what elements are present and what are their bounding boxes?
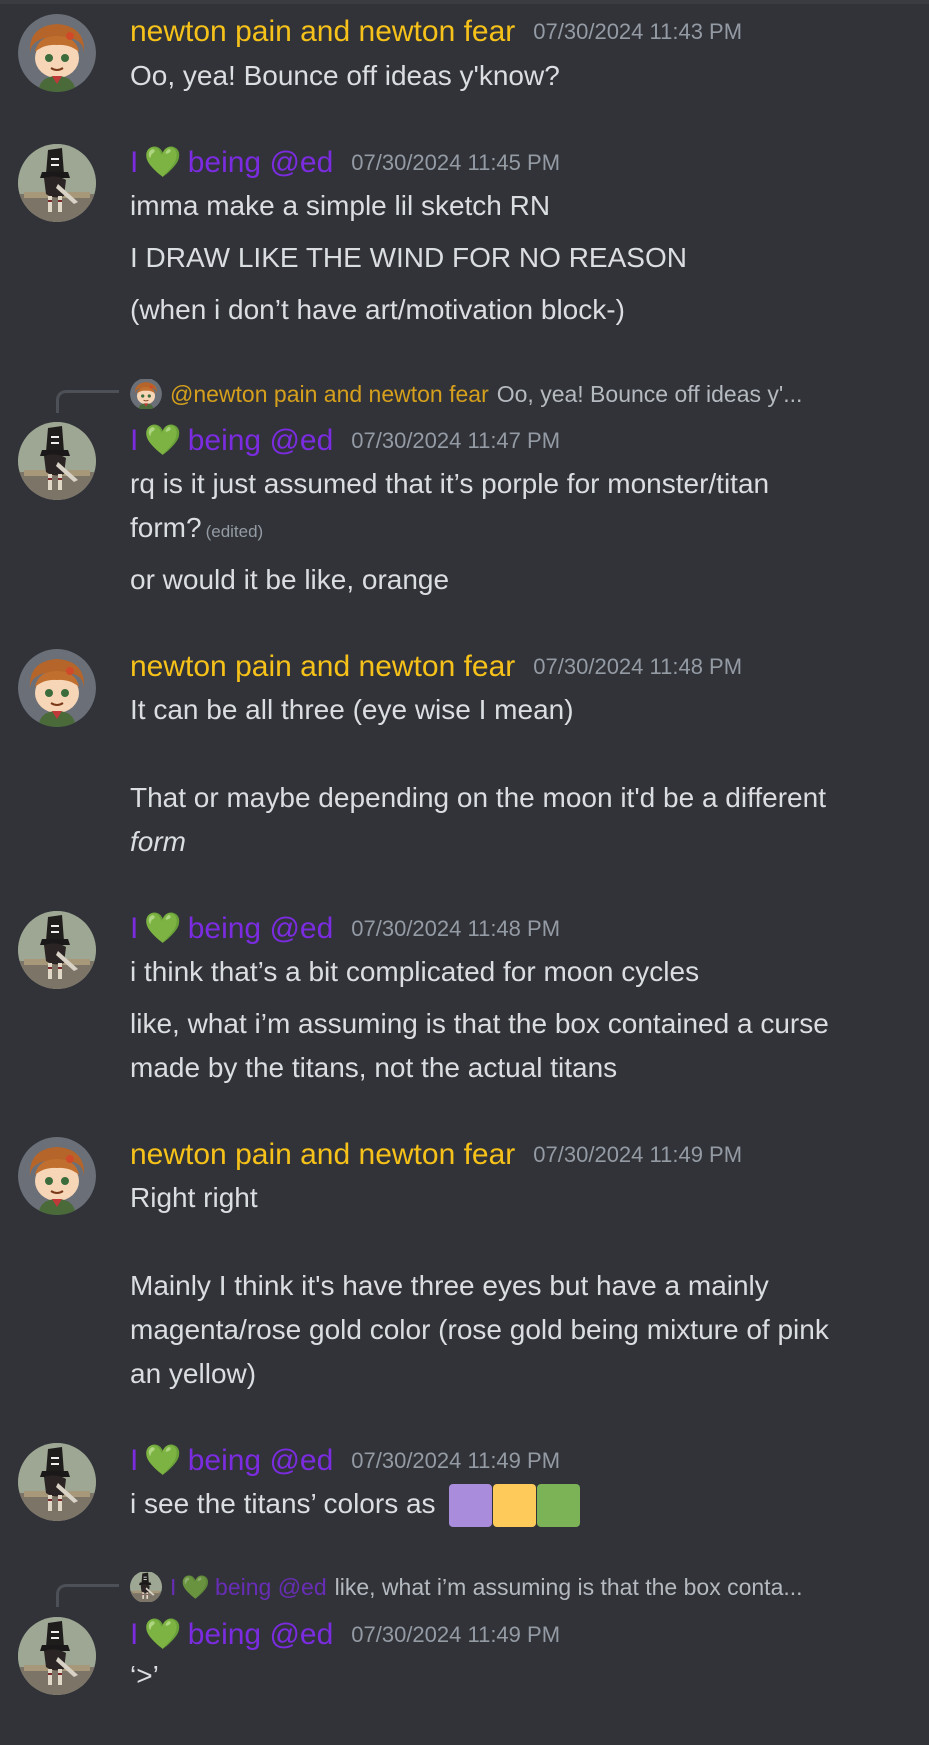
reply-spine <box>56 390 119 413</box>
username-suffix: being @ed <box>187 1618 334 1651</box>
message-text: imma make a simple lil sketch RN <box>130 190 551 221</box>
timestamp[interactable]: 07/30/2024 11:49 PM <box>351 1448 560 1474</box>
purple-square-emoji <box>449 1484 493 1528</box>
message-text: That or maybe depending on the moon it'd… <box>130 782 826 813</box>
username[interactable]: I 💚 being @ed <box>130 912 333 946</box>
message-header: newton pain and newton fear 07/30/2024 1… <box>130 12 742 52</box>
message-text-segment: form? <box>130 512 202 543</box>
avatar[interactable] <box>18 649 96 727</box>
green-heart-icon: 💚 <box>144 1444 182 1477</box>
timestamp[interactable]: 07/30/2024 11:45 PM <box>351 150 560 176</box>
username-prefix: I <box>130 146 139 179</box>
message-text: Oo, yea! Bounce off ideas y'know? <box>130 60 560 91</box>
reply-avatar <box>130 1572 162 1602</box>
message-text: or would it be like, orange <box>130 564 450 595</box>
message-header: I 💚 being @ed 07/30/2024 11:49 PM <box>130 1441 560 1481</box>
avatar[interactable] <box>18 1617 96 1695</box>
edited-tag: (edited) <box>205 522 264 541</box>
reply-avatar <box>130 379 162 409</box>
avatar[interactable] <box>18 14 96 92</box>
color-swatch-emojis <box>449 1484 581 1528</box>
reply-preview[interactable]: I 💚 being @ed like, what i’m assuming is… <box>130 1572 920 1602</box>
avatar[interactable] <box>18 144 96 222</box>
username-suffix: being @ed <box>187 424 334 457</box>
timestamp[interactable]: 07/30/2024 11:49 PM <box>533 1142 742 1168</box>
message-text: I DRAW LIKE THE WIND FOR NO REASON <box>130 242 687 273</box>
top-divider <box>0 0 929 4</box>
message-text: (when i don’t have art/motivation block-… <box>130 294 625 325</box>
reply-username[interactable]: @newton pain and newton fear <box>170 381 489 408</box>
reply-username-prefix: I <box>170 1573 177 1600</box>
timestamp[interactable]: 07/30/2024 11:49 PM <box>351 1622 560 1648</box>
username[interactable]: I 💚 being @ed <box>130 1618 333 1652</box>
username-suffix: being @ed <box>187 1444 334 1477</box>
message-text: form <box>130 826 186 857</box>
username[interactable]: I 💚 being @ed <box>130 1444 333 1478</box>
username-suffix: being @ed <box>187 912 334 945</box>
timestamp[interactable]: 07/30/2024 11:48 PM <box>533 654 742 680</box>
username-prefix: I <box>130 424 139 457</box>
message-text: rq is it just assumed that it’s porple f… <box>130 468 770 499</box>
avatar[interactable] <box>18 1137 96 1215</box>
message-header: I 💚 being @ed 07/30/2024 11:49 PM <box>130 1615 560 1655</box>
reply-preview[interactable]: @newton pain and newton fear Oo, yea! Bo… <box>130 379 920 409</box>
message-text: i see the titans’ colors as <box>130 1482 910 1528</box>
green-heart-icon: 💚 <box>144 146 182 179</box>
message-header: newton pain and newton fear 07/30/2024 1… <box>130 647 742 687</box>
username-prefix: I <box>130 1618 139 1651</box>
message-text: an yellow) <box>130 1358 257 1389</box>
message-text-segment: i see the titans’ colors as <box>130 1488 436 1519</box>
green-heart-icon: 💚 <box>144 424 182 457</box>
timestamp[interactable]: 07/30/2024 11:47 PM <box>351 428 560 454</box>
timestamp[interactable]: 07/30/2024 11:43 PM <box>533 19 742 45</box>
username-prefix: I <box>130 1444 139 1477</box>
message-text: Right right <box>130 1182 258 1213</box>
message-header: I 💚 being @ed 07/30/2024 11:47 PM <box>130 421 560 461</box>
yellow-square-emoji <box>493 1484 537 1528</box>
username[interactable]: newton pain and newton fear <box>130 15 515 49</box>
username[interactable]: newton pain and newton fear <box>130 1138 515 1172</box>
message-text: Mainly I think it's have three eyes but … <box>130 1270 769 1301</box>
username[interactable]: I 💚 being @ed <box>130 424 333 458</box>
reply-username[interactable]: I 💚 being @ed <box>170 1574 327 1601</box>
message-text: ‘>’ <box>130 1660 159 1691</box>
reply-text: like, what i’m assuming is that the box … <box>334 1573 803 1600</box>
message-text: made by the titans, not the actual titan… <box>130 1052 618 1083</box>
reply-text: Oo, yea! Bounce off ideas y'... <box>496 380 803 407</box>
username-prefix: I <box>130 912 139 945</box>
username[interactable]: I 💚 being @ed <box>130 146 333 180</box>
green-heart-icon: 💚 <box>144 1618 182 1651</box>
message-text: magenta/rose gold color (rose gold being… <box>130 1314 829 1345</box>
message-header: I 💚 being @ed 07/30/2024 11:45 PM <box>130 143 560 183</box>
username[interactable]: newton pain and newton fear <box>130 650 515 684</box>
reply-username-suffix: being @ed <box>215 1573 327 1600</box>
reply-spine <box>56 1584 119 1607</box>
message-text: It can be all three (eye wise I mean) <box>130 694 574 725</box>
message-text: form? (edited) <box>130 506 910 554</box>
username-suffix: being @ed <box>187 146 334 179</box>
message-text: i think that’s a bit complicated for moo… <box>130 956 700 987</box>
timestamp[interactable]: 07/30/2024 11:48 PM <box>351 916 560 942</box>
message-header: I 💚 being @ed 07/30/2024 11:48 PM <box>130 909 560 949</box>
message-header: newton pain and newton fear 07/30/2024 1… <box>130 1135 742 1175</box>
avatar[interactable] <box>18 911 96 989</box>
avatar[interactable] <box>18 422 96 500</box>
green-heart-icon: 💚 <box>181 1573 211 1600</box>
green-square-emoji <box>537 1484 581 1528</box>
avatar[interactable] <box>18 1443 96 1521</box>
message-text: like, what i’m assuming is that the box … <box>130 1008 829 1039</box>
green-heart-icon: 💚 <box>144 912 182 945</box>
